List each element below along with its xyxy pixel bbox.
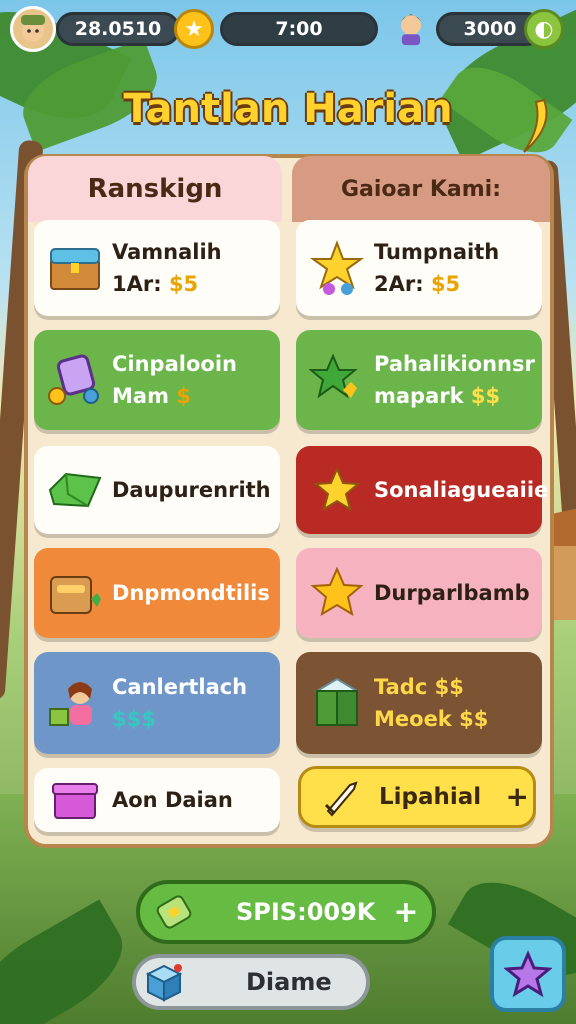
mirror-icon [46,351,104,409]
star-menu-button[interactable] [490,936,566,1012]
gold-star-icon [308,564,366,622]
friend-avatar[interactable] [388,4,434,50]
score-value: 28.0510 [74,18,162,40]
banana-icon [523,98,548,153]
task-reward: $5 [168,272,199,296]
purple-star-icon [504,950,552,998]
task-card[interactable]: Vamnalih 1Ar: $5 [34,220,280,316]
task-reward: $$ [434,675,464,699]
green-gem-icon [46,461,104,519]
ticket-icon [150,888,198,936]
cube-icon [138,956,190,1008]
plus-icon: + [393,894,419,930]
spin-button-label: SPIS:009K [236,898,376,926]
task-title: Cinpalooin [112,352,237,376]
task-subtitle: Mam [112,384,169,408]
task-title: Durparlbamb [374,581,530,605]
task-card[interactable]: Pahalikionnsr mapark $$ [296,330,542,430]
task-title: Sonaliagueaiie [374,478,549,502]
task-reward: $$ [470,384,501,408]
task-reward: $5 [430,272,461,296]
crate-icon [308,674,366,732]
diamond-button[interactable]: Diame [132,954,370,1010]
gem-value: 3000 [463,18,517,40]
task-reward: $$ [459,707,489,731]
page-title: Tantlan Harian [123,86,453,132]
chest-icon [46,564,104,622]
diamond-button-label: Diame [246,968,332,996]
task-title: Canlertlach [112,675,248,699]
tab-ranking[interactable]: Ranskign [28,156,282,222]
purple-box-icon [46,771,104,829]
task-card-action[interactable]: Lipahial + [298,766,536,828]
task-subtitle: 1Ar: [112,272,162,296]
sword-icon [313,768,371,826]
plus-icon: + [505,780,529,813]
task-title: Daupurenrith [112,478,271,502]
star-coin-icon[interactable]: ★ [174,9,214,49]
green-star-icon [308,351,366,409]
task-card[interactable]: Tumpnaith 2Ar: $5 [296,220,542,316]
star-trophy-icon [308,239,366,297]
task-card[interactable]: Cinpalooin Mam $ [34,330,280,430]
task-title: Vamnalih [112,240,222,264]
task-title: Aon Daian [112,788,233,812]
task-card[interactable]: Dnpmondtilis [34,548,280,638]
tab-our-games[interactable]: Gaioar Kami: [292,156,550,222]
timer-value: 7:00 [275,18,323,40]
task-card[interactable]: Durparlbamb [296,548,542,638]
task-card[interactable]: Aon Daian [34,768,280,832]
player-avatar[interactable] [10,6,56,52]
score-display: 28.0510 [56,12,180,46]
task-title: Dnpmondtilis [112,581,270,605]
task-title: Pahalikionnsr [374,352,535,376]
timer-display: 7:00 [220,12,378,46]
treasure-chest-icon [46,239,104,297]
leaf-coin-icon[interactable]: ◐ [524,9,564,49]
tab-our-games-label: Gaioar Kami: [340,176,502,202]
task-title: Lipahial [379,784,482,810]
tab-ranking-label: Ranskign [87,174,223,204]
task-reward: $ [176,384,191,408]
task-subtitle: 2Ar: [374,272,424,296]
task-subtitle: mapark [374,384,464,408]
task-subtitle: Meoek [374,707,452,731]
task-reward: $$$ [112,707,156,731]
task-card[interactable]: Daupurenrith [34,446,280,534]
task-title: Tadc [374,675,428,699]
task-title: Tumpnaith [374,240,500,264]
task-card[interactable]: Canlertlach $$$ [34,652,280,754]
task-card[interactable]: Tadc $$ Meoek $$ [296,652,542,754]
top-bar: 28.0510 ★ 7:00 3000 ◐ [6,6,570,52]
gold-star-icon [308,461,366,519]
task-card[interactable]: Sonaliagueaiie [296,446,548,534]
spin-button[interactable]: SPIS:009K + [136,880,436,944]
character-icon [46,674,104,732]
